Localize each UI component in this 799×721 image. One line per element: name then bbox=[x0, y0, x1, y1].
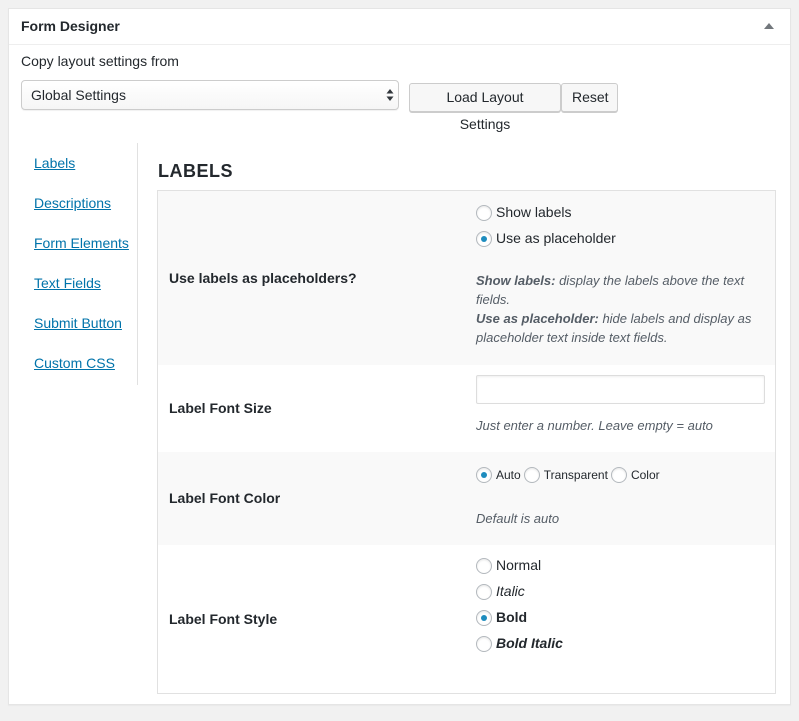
radio-normal[interactable] bbox=[476, 558, 492, 575]
layout-source-select[interactable]: Global Settings bbox=[21, 80, 399, 110]
option-use-as-placeholder[interactable]: Use as placeholder bbox=[476, 230, 616, 248]
settings-table: Use labels as placeholders? Show labels … bbox=[157, 190, 776, 694]
help-bold: Use as placeholder: bbox=[476, 311, 599, 326]
option-show-labels[interactable]: Show labels bbox=[476, 204, 572, 222]
radio-bold[interactable] bbox=[476, 610, 492, 627]
row-use-labels-as-placeholders: Use labels as placeholders? Show labels … bbox=[158, 191, 775, 365]
font-color-options: Auto Transparent Color bbox=[476, 467, 663, 483]
option-label: Auto bbox=[496, 468, 521, 482]
option-label: Use as placeholder bbox=[496, 230, 616, 246]
copy-layout-label: Copy layout settings from bbox=[21, 53, 179, 69]
placeholders-help: Show labels: display the labels above th… bbox=[476, 271, 771, 347]
radio-color[interactable] bbox=[610, 467, 627, 483]
row-label-font-size: Label Font Size Just enter a number. Lea… bbox=[158, 365, 775, 452]
collapse-arrow-icon[interactable] bbox=[764, 23, 774, 29]
radio-transparent[interactable] bbox=[523, 467, 540, 483]
radio-italic[interactable] bbox=[476, 584, 492, 601]
radio-use-as-placeholder[interactable] bbox=[476, 231, 492, 248]
font-size-help: Just enter a number. Leave empty = auto bbox=[476, 418, 713, 433]
radio-auto[interactable] bbox=[476, 467, 492, 483]
row-label: Label Font Style bbox=[169, 611, 278, 627]
settings-side-nav: Labels Descriptions Form Elements Text F… bbox=[9, 143, 138, 385]
nav-item-custom-css[interactable]: Custom CSS bbox=[34, 355, 115, 371]
option-bold-italic[interactable]: Bold Italic bbox=[476, 635, 563, 653]
nav-item-descriptions[interactable]: Descriptions bbox=[34, 195, 111, 211]
help-bold: Show labels: bbox=[476, 273, 556, 288]
row-label: Label Font Color bbox=[169, 490, 281, 506]
option-italic[interactable]: Italic bbox=[476, 583, 525, 601]
nav-item-text-fields[interactable]: Text Fields bbox=[34, 275, 101, 291]
load-layout-settings-button[interactable]: Load Layout Settings bbox=[409, 83, 561, 132]
radio-show-labels[interactable] bbox=[476, 205, 492, 222]
row-label-font-color: Label Font Color Auto Transparent Color … bbox=[158, 452, 775, 545]
option-label: Color bbox=[630, 468, 660, 482]
option-label: Italic bbox=[496, 583, 525, 599]
font-size-input[interactable] bbox=[476, 375, 765, 404]
panel-title: Form Designer bbox=[21, 18, 120, 34]
option-normal[interactable]: Normal bbox=[476, 557, 542, 575]
option-label: Transparent bbox=[543, 468, 608, 482]
option-label: Show labels bbox=[496, 204, 572, 220]
panel-header[interactable]: Form Designer bbox=[9, 9, 790, 45]
nav-item-submit-button[interactable]: Submit Button bbox=[34, 315, 122, 331]
section-title: LABELS bbox=[158, 161, 233, 181]
option-label: Bold bbox=[496, 609, 528, 625]
nav-item-labels[interactable]: Labels bbox=[34, 155, 75, 171]
reset-button[interactable]: Reset bbox=[561, 83, 618, 112]
form-designer-panel: Form Designer Copy layout settings from … bbox=[8, 8, 791, 705]
row-label: Use labels as placeholders? bbox=[169, 270, 357, 286]
nav-item-form-elements[interactable]: Form Elements bbox=[34, 235, 129, 251]
row-label-font-style: Label Font Style Normal Italic Bold Bold… bbox=[158, 545, 775, 693]
row-label: Label Font Size bbox=[169, 400, 272, 416]
option-bold[interactable]: Bold bbox=[476, 609, 528, 627]
radio-bold-italic[interactable] bbox=[476, 636, 492, 653]
select-arrows-icon bbox=[386, 89, 394, 101]
option-label: Normal bbox=[496, 557, 542, 573]
font-color-help: Default is auto bbox=[476, 511, 560, 526]
option-label: Bold Italic bbox=[496, 635, 563, 651]
select-value: Global Settings bbox=[31, 87, 126, 103]
